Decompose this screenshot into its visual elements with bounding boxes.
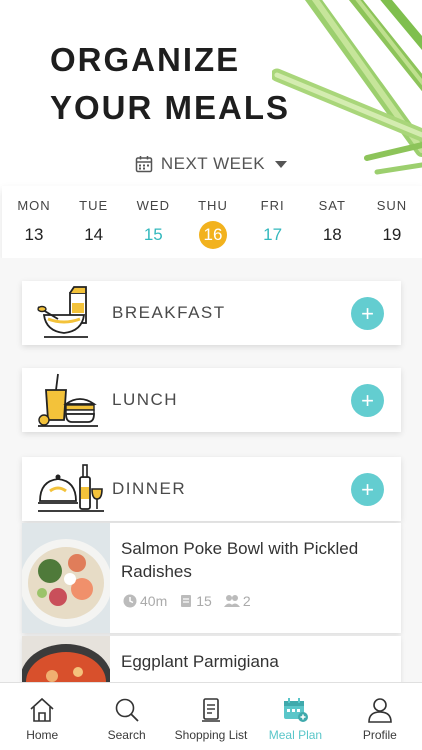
add-dinner-button[interactable]: + <box>351 472 384 506</box>
ingredient-count-value: 15 <box>196 593 212 609</box>
add-breakfast-button[interactable]: + <box>351 296 384 330</box>
tab-search[interactable]: Search <box>84 683 168 750</box>
tab-home[interactable]: Home <box>0 683 84 750</box>
calendar-icon <box>135 156 153 173</box>
lunch-icon <box>38 373 98 427</box>
meal-plan-icon <box>284 698 309 722</box>
day-tue[interactable]: TUE 14 <box>72 186 116 258</box>
day-name: FRI <box>260 198 285 213</box>
meal-label-breakfast: BREAKFAST <box>112 303 226 322</box>
day-mon[interactable]: MON 13 <box>12 186 56 258</box>
meal-section-dinner[interactable]: DINNER + <box>22 457 401 521</box>
meal-label-dinner: DINNER <box>112 479 187 498</box>
day-name: THU <box>198 198 228 213</box>
search-icon <box>115 698 139 722</box>
day-name: SUN <box>376 198 408 213</box>
day-number: 17 <box>263 225 283 244</box>
day-number: 18 <box>322 225 342 244</box>
cook-time: 40m <box>123 593 167 609</box>
day-fri[interactable]: FRI 17 <box>251 186 295 258</box>
cook-time-value: 40m <box>140 593 168 609</box>
day-sat[interactable]: SAT 18 <box>310 186 354 258</box>
salmon-poke-photo <box>22 523 110 633</box>
recipe-meta: 40m 15 2 <box>123 593 251 609</box>
day-number: 15 <box>143 225 163 244</box>
servings-value: 2 <box>242 593 251 609</box>
day-name: MON <box>17 198 51 213</box>
tab-label: Meal Plan <box>268 728 323 742</box>
meal-label-lunch: LUNCH <box>112 390 179 409</box>
add-lunch-button[interactable]: + <box>351 383 384 417</box>
profile-icon <box>368 698 392 723</box>
ingredients-icon <box>181 595 192 607</box>
chevron-down-icon <box>275 160 288 168</box>
recipe-title: Eggplant Parmigiana <box>121 652 279 671</box>
recipe-title: Salmon Poke Bowl with Pickled Radishes <box>121 539 359 581</box>
servings: 2 <box>223 593 251 609</box>
dinner-icon <box>38 464 104 512</box>
week-selector-label: NEXT WEEK <box>160 154 266 173</box>
home-icon <box>30 697 54 722</box>
day-name: WED <box>136 198 170 213</box>
tab-label: Shopping List <box>174 728 248 742</box>
tab-shopping-list[interactable]: Shopping List <box>169 683 253 750</box>
day-number: 19 <box>382 225 402 244</box>
breakfast-icon <box>37 286 88 338</box>
day-name: SAT <box>318 198 346 213</box>
day-number: 16 <box>198 221 227 249</box>
day-sun[interactable]: SUN 19 <box>370 186 414 258</box>
day-number: 13 <box>24 225 44 244</box>
day-number: 14 <box>84 225 104 244</box>
tab-bar: Home Search Shopping List Meal Plan Prof… <box>0 682 422 750</box>
day-name: TUE <box>79 198 109 213</box>
tab-label: Home <box>26 728 59 742</box>
week-selector[interactable]: NEXT WEEK <box>0 150 422 178</box>
tab-profile[interactable]: Profile <box>338 683 422 750</box>
hero-title: ORGANIZE YOUR MEALS <box>50 41 291 126</box>
clock-icon <box>123 594 137 608</box>
tab-label: Profile <box>362 728 397 742</box>
day-thu[interactable]: THU 16 <box>191 186 235 258</box>
meal-section-breakfast[interactable]: BREAKFAST + <box>22 281 401 345</box>
tab-label: Search <box>107 728 146 742</box>
people-icon <box>223 595 240 607</box>
recipe-card-salmon-poke[interactable]: Salmon Poke Bowl with Pickled Radishes 4… <box>22 523 401 633</box>
meal-section-lunch[interactable]: LUNCH + <box>22 368 401 432</box>
ingredient-count: 15 <box>179 593 212 609</box>
day-strip: MON 13 TUE 14 WED 15 THU 16 FRI 17 SAT 18 SUN 19 <box>2 186 422 258</box>
tab-meal-plan[interactable]: Meal Plan <box>253 683 337 750</box>
day-wed[interactable]: WED 15 <box>131 186 175 258</box>
shopping-list-icon <box>202 698 221 722</box>
